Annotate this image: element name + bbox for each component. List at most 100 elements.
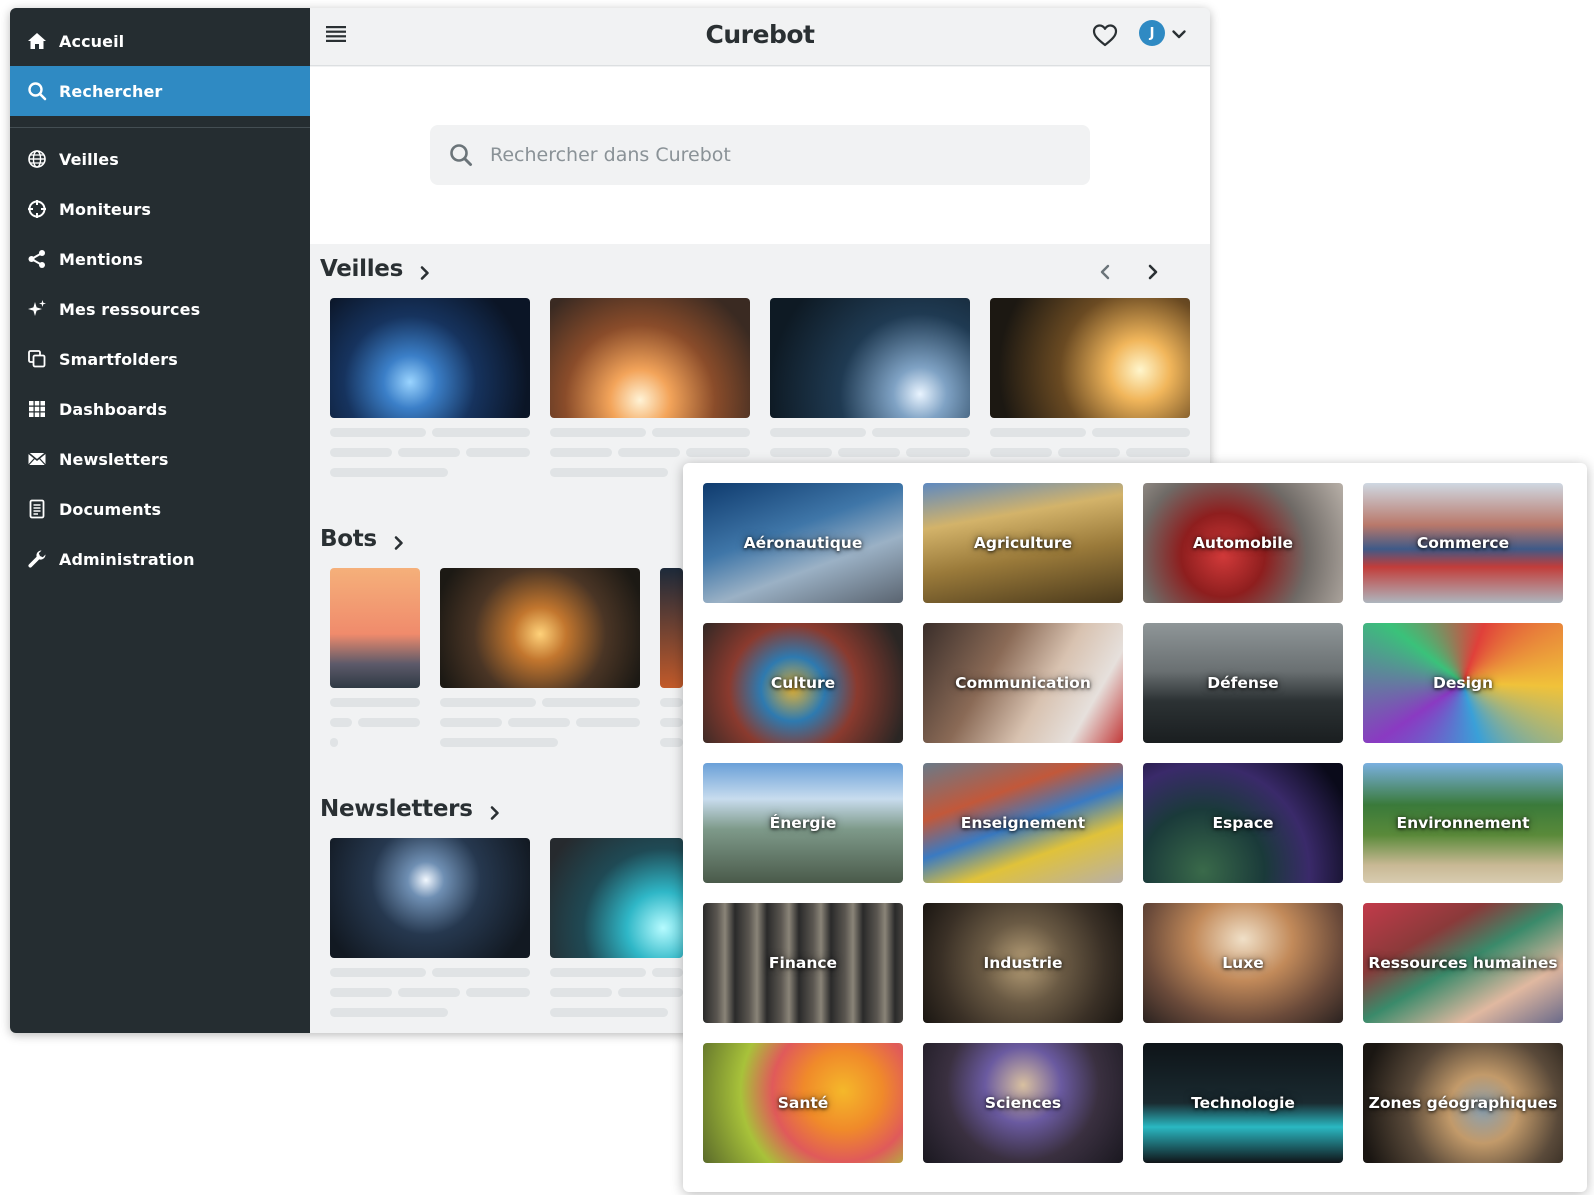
category-tile-commerce[interactable]: Commerce: [1363, 483, 1563, 603]
loading-placeholder: [660, 738, 683, 747]
category-label: Sciences: [984, 1094, 1062, 1112]
category-label: Santé: [777, 1094, 829, 1112]
chevron-right-icon: [1143, 264, 1163, 286]
loading-placeholder: [550, 468, 668, 477]
loading-placeholder: [576, 718, 640, 727]
user-menu-chevron[interactable]: [1170, 25, 1188, 43]
bot-card[interactable]: [330, 568, 420, 688]
category-tile-industrie[interactable]: Industrie: [923, 903, 1123, 1023]
category-tile-ressources-humaines[interactable]: Ressources humaines: [1363, 903, 1563, 1023]
search-box[interactable]: [430, 125, 1090, 185]
loading-placeholder: [660, 698, 683, 707]
loading-placeholder: [906, 448, 970, 457]
favorites-button[interactable]: [1090, 20, 1120, 50]
sidebar-item-label: Newsletters: [59, 449, 169, 469]
loading-placeholder: [652, 428, 750, 437]
search-input[interactable]: [490, 144, 1050, 166]
user-avatar[interactable]: J: [1139, 20, 1165, 46]
category-tile-agriculture[interactable]: Agriculture: [923, 483, 1123, 603]
loading-placeholder: [990, 428, 1086, 437]
category-tile-sante[interactable]: Santé: [703, 1043, 903, 1163]
chevron-right-icon: [391, 531, 407, 550]
loading-placeholder: [660, 718, 683, 727]
loading-placeholder: [440, 698, 536, 707]
category-tile-technologie[interactable]: Technologie: [1143, 1043, 1343, 1163]
sidebar-item-rechercher[interactable]: Rechercher: [10, 66, 310, 116]
category-label: Espace: [1212, 814, 1274, 832]
veille-card[interactable]: [330, 298, 530, 418]
category-tile-zones-geographiques[interactable]: Zones géographiques: [1363, 1043, 1563, 1163]
category-label: Communication: [955, 674, 1091, 692]
category-tile-luxe[interactable]: Luxe: [1143, 903, 1343, 1023]
sparkle-icon: [25, 297, 49, 321]
loading-placeholder: [358, 718, 420, 727]
category-tile-culture[interactable]: Culture: [703, 623, 903, 743]
loading-placeholder: [330, 988, 392, 997]
loading-placeholder: [330, 968, 426, 977]
loading-placeholder: [508, 718, 570, 727]
loading-placeholder: [686, 448, 750, 457]
category-tile-environnement[interactable]: Environnement: [1363, 763, 1563, 883]
sidebar-item-veilles[interactable]: Veilles: [10, 134, 310, 184]
chevron-right-icon: [487, 801, 503, 820]
sidebar-divider: [10, 127, 310, 128]
category-tile-defense[interactable]: Défense: [1143, 623, 1343, 743]
loading-placeholder: [770, 428, 866, 437]
loading-placeholder: [432, 428, 530, 437]
sidebar-item-mes-ressources[interactable]: Mes ressources: [10, 284, 310, 334]
sidebar-item-documents[interactable]: Documents: [10, 484, 310, 534]
veille-card[interactable]: [550, 298, 750, 418]
carousel-prev-button[interactable]: [1095, 262, 1117, 284]
newsletter-card[interactable]: [550, 838, 683, 958]
category-tile-energie[interactable]: Énergie: [703, 763, 903, 883]
sidebar-item-moniteurs[interactable]: Moniteurs: [10, 184, 310, 234]
category-label: Luxe: [1222, 954, 1264, 972]
search-icon: [448, 142, 474, 168]
sidebar-item-label: Rechercher: [59, 81, 163, 101]
loading-placeholder: [838, 448, 900, 457]
category-label: Agriculture: [973, 534, 1073, 552]
loading-placeholder: [550, 428, 646, 437]
loading-placeholder: [550, 1008, 668, 1017]
carousel-next-button[interactable]: [1143, 262, 1165, 284]
category-label: Environnement: [1396, 814, 1530, 832]
category-tile-finance[interactable]: Finance: [703, 903, 903, 1023]
veille-card[interactable]: [770, 298, 970, 418]
category-label: Défense: [1207, 674, 1279, 692]
sidebar-item-label: Accueil: [59, 31, 125, 51]
heart-icon: [1090, 24, 1120, 54]
category-label: Zones géographiques: [1368, 1094, 1558, 1112]
loading-placeholder: [330, 698, 420, 707]
sidebar: Accueil Rechercher Veilles Moniteurs Men…: [10, 8, 310, 1033]
section-title-newsletters[interactable]: Newsletters: [320, 796, 503, 822]
category-tile-enseignement[interactable]: Enseignement: [923, 763, 1123, 883]
loading-placeholder: [330, 448, 392, 457]
sidebar-item-label: Veilles: [59, 149, 119, 169]
category-label: Énergie: [769, 814, 837, 832]
category-tile-automobile[interactable]: Automobile: [1143, 483, 1343, 603]
home-icon: [25, 29, 49, 53]
category-tile-sciences[interactable]: Sciences: [923, 1043, 1123, 1163]
sidebar-item-newsletters[interactable]: Newsletters: [10, 434, 310, 484]
bot-card[interactable]: [660, 568, 683, 688]
sidebar-item-label: Dashboards: [59, 399, 168, 419]
sidebar-item-accueil[interactable]: Accueil: [10, 16, 310, 66]
section-title-bots[interactable]: Bots: [320, 526, 407, 552]
sidebar-item-dashboards[interactable]: Dashboards: [10, 384, 310, 434]
newsletter-card[interactable]: [330, 838, 530, 958]
category-tile-communication[interactable]: Communication: [923, 623, 1123, 743]
sidebar-item-mentions[interactable]: Mentions: [10, 234, 310, 284]
bot-card[interactable]: [440, 568, 640, 688]
category-label: Industrie: [983, 954, 1063, 972]
loading-placeholder: [398, 988, 460, 997]
loading-placeholder: [330, 738, 338, 747]
category-tile-aeronautique[interactable]: Aéronautique: [703, 483, 903, 603]
section-title-veilles[interactable]: Veilles: [320, 256, 433, 282]
sidebar-item-administration[interactable]: Administration: [10, 534, 310, 584]
section-title-text: Bots: [320, 526, 377, 552]
sidebar-item-smartfolders[interactable]: Smartfolders: [10, 334, 310, 384]
category-tile-design[interactable]: Design: [1363, 623, 1563, 743]
veille-card[interactable]: [990, 298, 1190, 418]
category-tile-espace[interactable]: Espace: [1143, 763, 1343, 883]
chevron-down-icon: [1170, 28, 1188, 47]
